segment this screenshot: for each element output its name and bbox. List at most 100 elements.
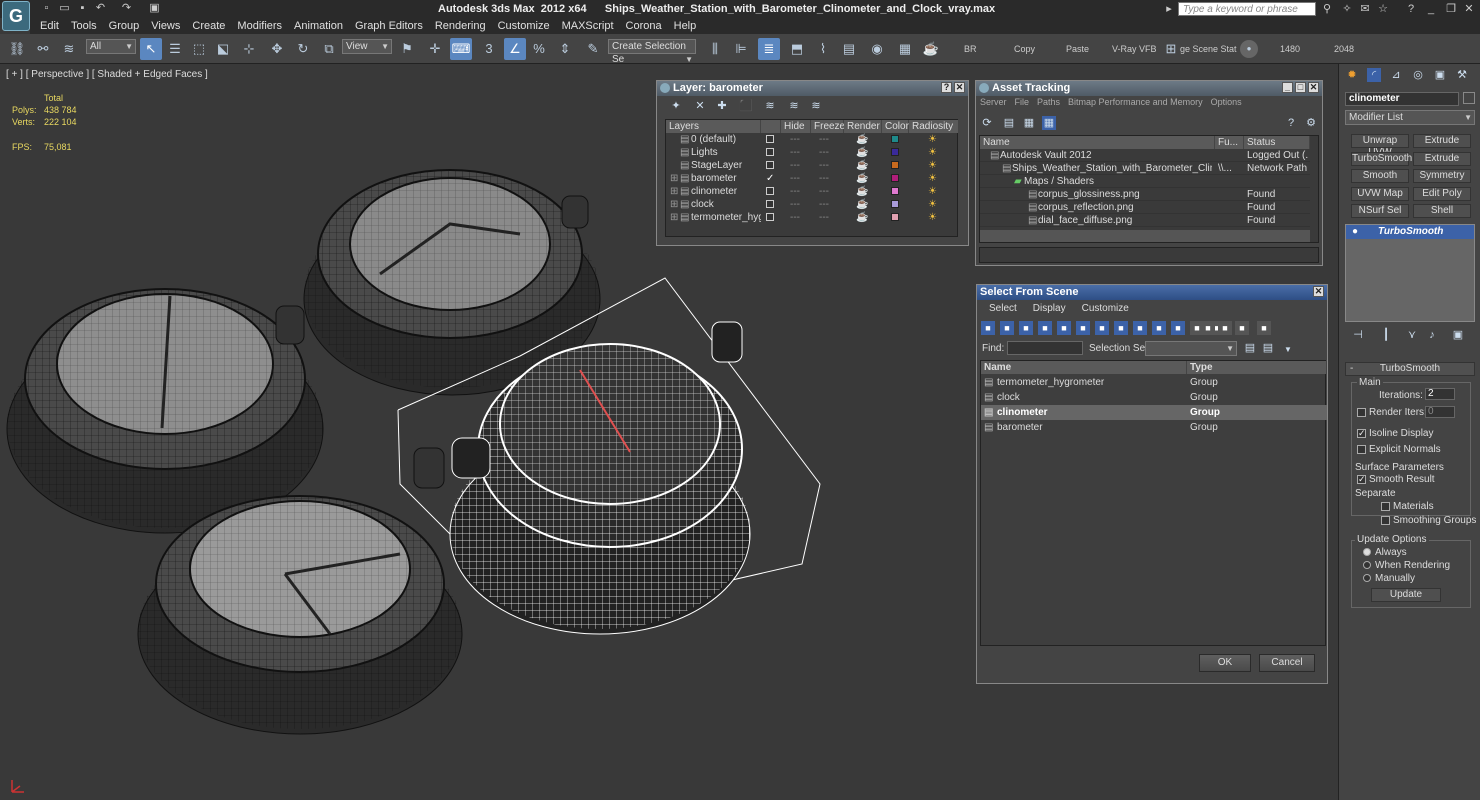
scene-col-type[interactable]: Type: [1187, 361, 1327, 374]
filter-containers-icon[interactable]: ■: [1152, 321, 1166, 335]
list-view-icon[interactable]: ▤: [1002, 116, 1016, 130]
show-end-result-icon[interactable]: ┃: [1379, 328, 1393, 342]
cancel-button[interactable]: Cancel: [1259, 654, 1315, 672]
modifier-button-uvw-map[interactable]: UVW Map: [1351, 186, 1409, 201]
utilities-tab-icon[interactable]: ⚒: [1455, 68, 1469, 82]
select-and-scale-icon[interactable]: ⧉: [318, 38, 340, 60]
asset-menu-server[interactable]: Server: [980, 97, 1007, 111]
vray-vfb-button[interactable]: V-Ray VFB: [1112, 44, 1157, 54]
modifier-button-turbosmooth[interactable]: TurboSmooth: [1351, 151, 1412, 166]
select-and-move-icon[interactable]: ⊹: [238, 38, 260, 60]
filter-groups-icon[interactable]: ■: [1095, 321, 1109, 335]
render-width-button[interactable]: 1480: [1280, 44, 1300, 54]
redo-icon[interactable]: ↷: [120, 2, 133, 15]
align-icon[interactable]: ⊫: [730, 38, 752, 60]
delete-layer-icon[interactable]: ✕: [693, 99, 707, 113]
subscription-icon[interactable]: ✧: [1340, 2, 1354, 16]
menu-animation[interactable]: Animation: [294, 20, 343, 32]
select-by-name-icon[interactable]: ☰: [164, 38, 186, 60]
menu-graph-editors[interactable]: Graph Editors: [355, 20, 423, 32]
hide-toggle-icon[interactable]: ---: [790, 133, 800, 146]
hierarchy-tab-icon[interactable]: ⊿: [1389, 68, 1403, 82]
menu-maxscript[interactable]: MAXScript: [562, 20, 614, 32]
isoline-display-checkbox[interactable]: ✓: [1357, 429, 1366, 438]
filter-select-none-icon[interactable]: ■: [1201, 321, 1215, 335]
stack-item-turbosmooth[interactable]: ● TurboSmooth: [1346, 225, 1474, 239]
asset-menu-file[interactable]: File: [1015, 97, 1030, 111]
filter-frozen-icon[interactable]: ■: [1171, 321, 1185, 335]
menu-rendering[interactable]: Rendering: [435, 20, 486, 32]
layer-color-swatch[interactable]: [891, 135, 899, 143]
radiosity-icon[interactable]: ☀: [928, 172, 937, 185]
schematic-view-icon[interactable]: ▤: [838, 38, 860, 60]
find-input[interactable]: [1007, 341, 1083, 355]
render-toggle-icon[interactable]: ☕: [856, 133, 868, 146]
menu-corona[interactable]: Corona: [626, 20, 662, 32]
set-active-checkbox[interactable]: [766, 135, 774, 143]
asset-row[interactable]: ▤ corpus_reflection.png Found: [980, 201, 1310, 214]
pin-stack-icon[interactable]: ⊣: [1351, 328, 1365, 342]
filter-space-warps-icon[interactable]: ■: [1076, 321, 1090, 335]
render-toggle-icon[interactable]: ☕: [856, 172, 868, 185]
col-hide[interactable]: Hide: [781, 120, 811, 133]
update-button[interactable]: Update: [1371, 588, 1441, 602]
layer-color-swatch[interactable]: [891, 213, 899, 221]
close-icon[interactable]: ✕: [1313, 286, 1324, 297]
col-render[interactable]: Render: [844, 120, 882, 133]
modifier-button-symmetry[interactable]: Symmetry: [1413, 169, 1471, 183]
layer-row[interactable]: ⊞ ▤ clock --- --- ☕ ☀: [666, 198, 959, 211]
filter-shapes-icon[interactable]: ■: [1000, 321, 1014, 335]
select-and-rotate-icon[interactable]: ✥: [266, 38, 288, 60]
expand-icon[interactable]: ⊞: [670, 198, 678, 211]
radiosity-icon[interactable]: ☀: [928, 133, 937, 146]
filter-filter-options-icon[interactable]: ■: [1257, 321, 1271, 335]
layer-row[interactable]: ▤ StageLayer --- --- ☕ ☀: [666, 159, 959, 172]
set-active-checkbox[interactable]: [766, 161, 774, 169]
minimize-icon[interactable]: _: [1282, 82, 1293, 93]
viewport-label[interactable]: [ + ] [ Perspective ] [ Shaded + Edged F…: [6, 69, 208, 80]
freeze-toggle-icon[interactable]: ---: [819, 133, 829, 146]
edit-named-selection-icon[interactable]: ✎: [582, 38, 604, 60]
app-logo-icon[interactable]: G: [2, 1, 30, 31]
modifier-button-extrude[interactable]: Extrude: [1413, 134, 1471, 148]
render-iters-checkbox[interactable]: [1357, 408, 1366, 417]
br-button[interactable]: BR: [964, 44, 977, 54]
favorites-icon[interactable]: ☆: [1376, 2, 1390, 16]
layer-color-swatch[interactable]: [891, 148, 899, 156]
thumbnail-view-icon[interactable]: ▦: [1022, 116, 1036, 130]
bind-space-warp-icon[interactable]: ≋: [58, 38, 80, 60]
display-tab-icon[interactable]: ▣: [1433, 68, 1447, 82]
explicit-normals-checkbox[interactable]: [1357, 445, 1366, 454]
new-file-icon[interactable]: ▫: [40, 2, 53, 15]
select-menu-display[interactable]: Display: [1033, 303, 1066, 314]
modifier-button-smooth[interactable]: Smooth: [1351, 169, 1409, 183]
help-icon[interactable]: ?: [1284, 116, 1298, 130]
scene-row[interactable]: ▤ barometer Group: [981, 420, 1327, 435]
asset-row[interactable]: ▤ corpus_glossiness.png Found: [980, 188, 1310, 201]
filter-bones-icon[interactable]: ■: [1133, 321, 1147, 335]
help-icon[interactable]: ?: [941, 82, 952, 93]
filter-helpers-icon[interactable]: ■: [1057, 321, 1071, 335]
layer-row[interactable]: ⊞▤termometer_hygron --- --- ☕ ☀: [666, 211, 959, 224]
menu-tools[interactable]: Tools: [71, 20, 97, 32]
iterations-spinner[interactable]: 2: [1425, 388, 1455, 400]
asset-row[interactable]: ▰ Maps / Shaders: [980, 175, 1310, 188]
scene-row[interactable]: ▤ termometer_hygrometer Group: [981, 375, 1327, 390]
when-rendering-radio[interactable]: [1363, 561, 1371, 569]
layer-row[interactable]: ⊞ ▤ barometer ✓ --- --- ☕ ☀: [666, 172, 959, 185]
materials-checkbox[interactable]: [1381, 502, 1390, 511]
table-view-icon[interactable]: ▦: [1042, 116, 1056, 130]
modifier-button-shell[interactable]: Shell: [1413, 204, 1471, 218]
filter-lights-icon[interactable]: ■: [1019, 321, 1033, 335]
copy-button[interactable]: Copy: [1014, 44, 1035, 54]
active-layer-checkmark-icon[interactable]: ✓: [766, 172, 774, 185]
curve-editor-icon[interactable]: ⌇: [812, 38, 834, 60]
project-folder-icon[interactable]: ▣: [148, 2, 161, 15]
paste-button[interactable]: Paste: [1066, 44, 1089, 54]
spinner-snap-icon[interactable]: ⇕: [554, 38, 576, 60]
rect-selection-icon[interactable]: ⬚: [188, 38, 210, 60]
render-toggle-icon[interactable]: ☕: [856, 159, 868, 172]
radiosity-icon[interactable]: ☀: [928, 198, 937, 211]
menu-edit[interactable]: Edit: [40, 20, 59, 32]
col-radiosity[interactable]: Radiosity: [909, 120, 959, 133]
